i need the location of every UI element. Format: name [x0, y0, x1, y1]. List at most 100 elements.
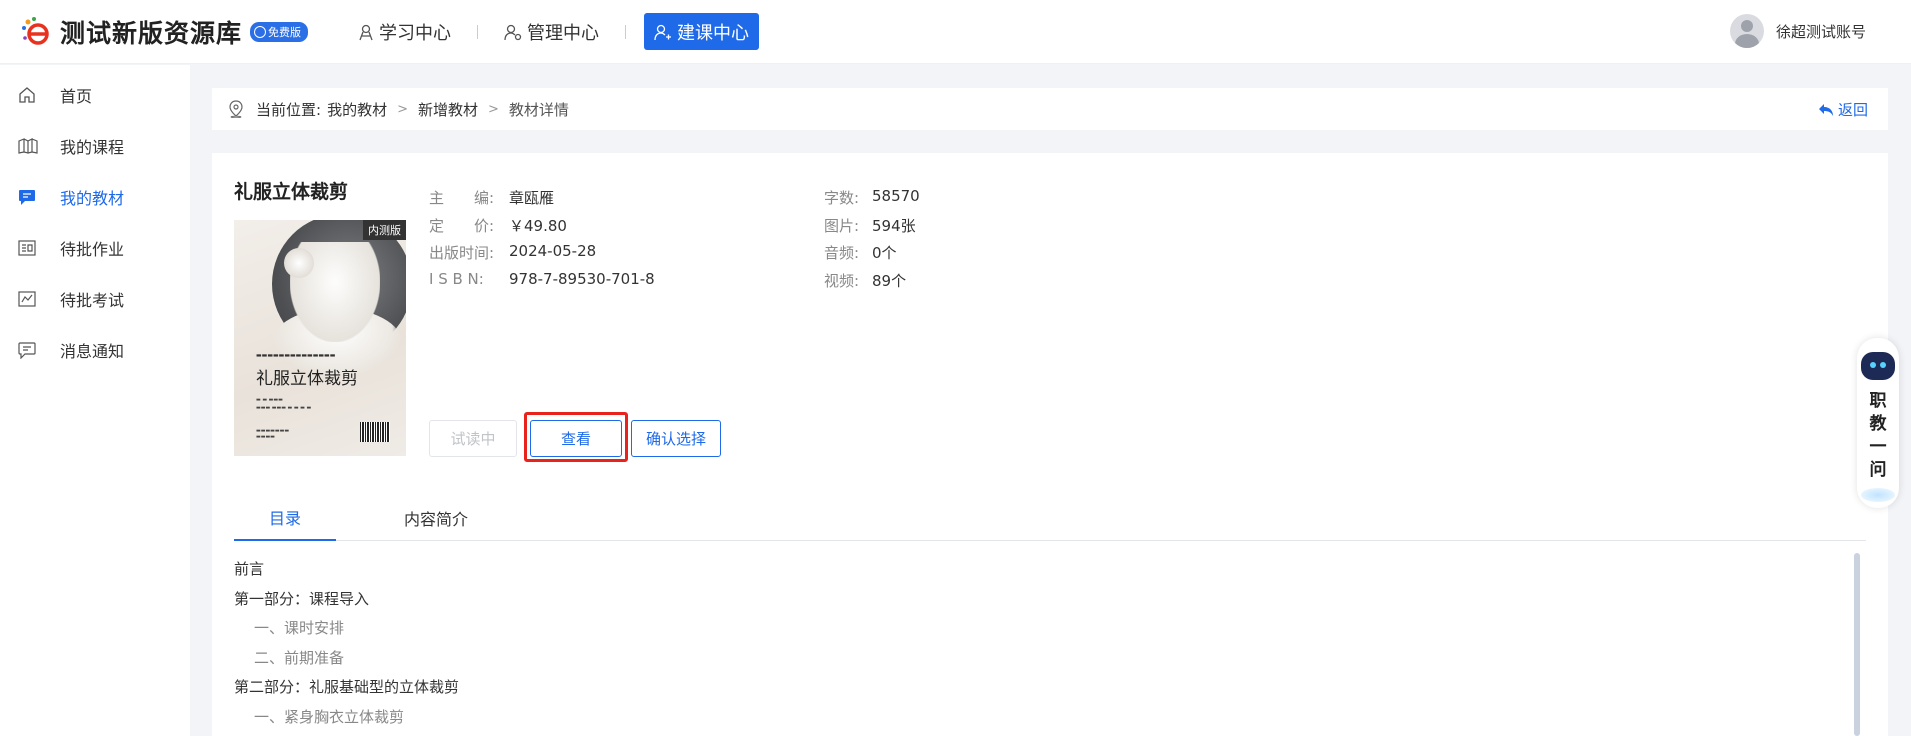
main-nav: 学习中心 管理中心 建课中心 — [350, 13, 759, 50]
sidebar-item-home[interactable]: 首页 — [0, 80, 190, 110]
sidebar-item-label: 消息通知 — [60, 342, 125, 361]
sidebar-item-pending-exams[interactable]: 待批考试 — [0, 284, 190, 314]
ai-assistant-float[interactable]: 职 教 一 问 — [1857, 338, 1899, 508]
top-header: 测试新版资源库 免费版 学习中心 管理中心 建课中心 徐超测试账号 — [0, 0, 1911, 64]
toc-scrollbar[interactable] — [1854, 553, 1860, 736]
meta-value: 89个 — [872, 272, 907, 290]
cover-badge: 内测版 — [363, 220, 406, 240]
cover-book-name: 礼服立体裁剪 — [256, 369, 358, 389]
view-button[interactable]: 查看 — [530, 420, 622, 457]
assistant-label: 职 教 一 问 — [1868, 390, 1888, 482]
sidebar: 首页 我的课程 我的教材 待批作业 待批考试 消息通知 — [0, 65, 190, 736]
user-name: 徐超测试账号 — [1776, 22, 1867, 41]
breadcrumb-item-textbook-detail: 教材详情 — [508, 101, 569, 119]
meta-editor: 主 编: 章瓯雁 — [429, 187, 554, 208]
sidebar-item-label: 我的教材 — [60, 189, 125, 208]
cover-author-lines: ▬ ▬ ▬▬▬ ▬▬▬ ▬▬▬ ▬ ▬ ▬ ▬ — [256, 397, 312, 411]
sidebar-item-my-textbooks[interactable]: 我的教材 — [0, 182, 190, 212]
meta-isbn: I S B N: 978-7-89530-701-8 — [429, 270, 655, 288]
breadcrumb-prefix: 当前位置: — [256, 101, 322, 119]
sidebar-item-label: 待批作业 — [60, 240, 125, 259]
logo-title: 测试新版资源库 — [60, 19, 243, 48]
nav-learning-label: 学习中心 — [379, 22, 451, 44]
homework-icon — [18, 240, 36, 256]
meta-key: 主 编: — [429, 189, 495, 207]
meta-value: 0个 — [872, 244, 897, 262]
assistant-char: 教 — [1869, 414, 1887, 434]
meta-value: 2024-05-28 — [509, 242, 597, 260]
meta-word-count: 字数: 58570 — [824, 187, 920, 208]
back-button[interactable]: 返回 — [1818, 99, 1868, 120]
logo[interactable]: 测试新版资源库 免费版 — [20, 14, 309, 50]
home-icon — [19, 87, 35, 103]
location-pin-icon — [229, 100, 243, 118]
sidebar-item-label: 我的课程 — [60, 138, 125, 157]
tab-table-of-contents[interactable]: 目录 — [234, 495, 336, 541]
breadcrumb-path: 当前位置: 我的教材 > 新增教材 > 教材详情 — [256, 99, 569, 120]
meta-key: I S B N: — [429, 270, 484, 288]
free-badge-label: 免费版 — [268, 26, 302, 39]
avatar — [1730, 14, 1764, 48]
free-badge: 免费版 — [250, 22, 309, 42]
meta-key: 图片: — [824, 217, 860, 235]
sidebar-item-label: 首页 — [60, 87, 93, 106]
meta-video: 视频: 89个 — [824, 270, 906, 291]
assistant-char: 职 — [1869, 391, 1887, 411]
cover-publisher: ▬▬▬▬▬▬▬ ▬▬▬▬ — [256, 428, 290, 440]
badge-icon — [254, 26, 267, 38]
nav-learning-center[interactable]: 学习中心 — [350, 13, 459, 50]
wave-decoration — [1861, 488, 1895, 502]
robot-icon — [1861, 352, 1895, 380]
nav-divider — [477, 24, 478, 39]
toc-item[interactable]: 前言 — [234, 555, 459, 585]
sidebar-item-notifications[interactable]: 消息通知 — [0, 335, 190, 365]
meta-publish-date: 出版时间: 2024-05-28 — [429, 242, 596, 263]
meta-value: 章瓯雁 — [509, 189, 555, 207]
toc-item[interactable]: 一、课时安排 — [234, 614, 459, 644]
toc-item[interactable]: 一、紧身胸衣立体裁剪 — [234, 703, 459, 733]
nav-management-center[interactable]: 管理中心 — [496, 13, 607, 50]
toc-item[interactable]: 第一部分：课程导入 — [234, 585, 459, 615]
chevron-right-icon: > — [397, 102, 408, 117]
assistant-char: 一 — [1869, 437, 1887, 457]
nav-divider — [625, 24, 626, 39]
sidebar-item-pending-homework[interactable]: 待批作业 — [0, 233, 190, 263]
chevron-right-icon: > — [488, 102, 499, 117]
detail-tabs: 目录 内容简介 — [234, 495, 1866, 541]
toc-item[interactable]: 第二部分：礼服基础型的立体裁剪 — [234, 673, 459, 703]
breadcrumb-item-my-textbooks[interactable]: 我的教材 — [327, 99, 387, 120]
user-menu[interactable]: 徐超测试账号 — [1730, 14, 1866, 48]
meta-key: 音频: — [824, 244, 860, 262]
meta-value: ￥49.80 — [509, 217, 567, 235]
cover-barcode — [360, 422, 390, 442]
table-of-contents: 前言 第一部分：课程导入 一、课时安排 二、前期准备 第二部分：礼服基础型的立体… — [234, 555, 459, 732]
toc-item[interactable]: 二、前期准备 — [234, 644, 459, 674]
meta-price: 定 价: ￥49.80 — [429, 215, 567, 236]
page-title: 礼服立体裁剪 — [234, 181, 349, 203]
breadcrumb-item-add-textbook[interactable]: 新增教材 — [418, 99, 478, 120]
meta-key: 字数: — [824, 189, 860, 207]
chat-icon — [18, 341, 36, 359]
course-building-icon — [654, 24, 671, 40]
meta-images: 图片: 594张 — [824, 215, 916, 236]
back-label: 返回 — [1837, 101, 1868, 119]
assistant-char: 问 — [1869, 460, 1887, 480]
meta-value: 978-7-89530-701-8 — [509, 270, 655, 288]
confirm-selection-button[interactable]: 确认选择 — [631, 420, 721, 457]
exam-icon — [18, 291, 36, 307]
nav-course-building-label: 建课中心 — [677, 22, 749, 44]
sidebar-item-my-courses[interactable]: 我的课程 — [0, 131, 190, 161]
book-icon — [18, 138, 38, 154]
breadcrumb: 当前位置: 我的教材 > 新增教材 > 教材详情 返回 — [212, 88, 1888, 130]
learning-icon — [359, 24, 373, 40]
nav-management-label: 管理中心 — [527, 22, 599, 44]
book-cover-image: 内测版 ▬▬▬▬▬▬▬▬▬▬▬▬▬▬ 礼服立体裁剪 ▬ ▬ ▬▬▬ ▬▬▬ ▬▬▬… — [234, 220, 406, 456]
tab-content-summary[interactable]: 内容简介 — [336, 495, 536, 541]
meta-value: 594张 — [872, 217, 916, 235]
meta-value: 58570 — [872, 187, 920, 205]
nav-course-building-center[interactable]: 建课中心 — [644, 13, 759, 50]
logo-mark-icon — [20, 14, 56, 50]
message-icon — [19, 189, 35, 205]
trial-reading-button: 试读中 — [429, 420, 517, 457]
cover-flower — [284, 248, 314, 278]
